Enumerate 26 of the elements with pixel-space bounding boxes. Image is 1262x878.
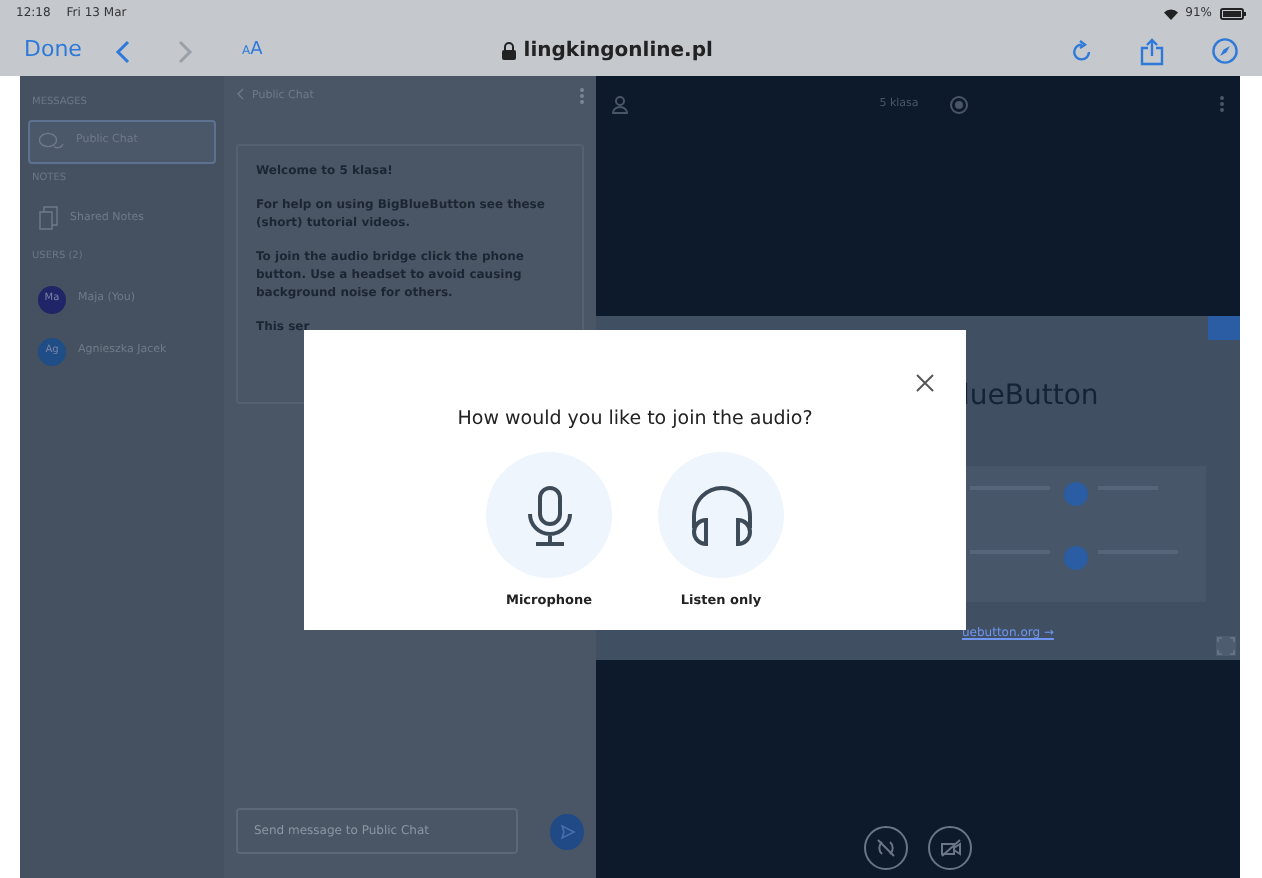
back-icon[interactable] bbox=[113, 39, 130, 63]
battery-icon bbox=[1220, 7, 1246, 19]
send-icon bbox=[559, 823, 576, 839]
audio-button[interactable] bbox=[864, 826, 908, 870]
document-icon bbox=[38, 206, 58, 230]
address-text[interactable]: lingkingonline.pl bbox=[523, 36, 713, 66]
reload-icon[interactable] bbox=[1072, 40, 1092, 62]
forward-icon[interactable] bbox=[177, 39, 194, 63]
wifi-icon bbox=[1163, 7, 1178, 19]
dialog-title: How would you like to join the audio? bbox=[455, 406, 815, 434]
chevron-left-icon bbox=[236, 88, 244, 101]
lock-icon bbox=[501, 42, 516, 60]
text-size-button[interactable]: AA bbox=[241, 37, 263, 65]
share-icon[interactable] bbox=[1140, 37, 1164, 65]
headphones-icon bbox=[687, 483, 755, 548]
audio-off-icon bbox=[876, 838, 896, 858]
camera-off-icon bbox=[939, 838, 961, 858]
video-button[interactable] bbox=[928, 826, 972, 870]
user-icon[interactable] bbox=[612, 95, 628, 113]
record-icon[interactable] bbox=[950, 95, 969, 113]
fullscreen-icon[interactable] bbox=[1216, 636, 1236, 656]
chat-icon bbox=[38, 131, 64, 151]
compass-icon[interactable] bbox=[1212, 38, 1238, 64]
microphone-icon bbox=[527, 485, 571, 546]
send-button[interactable] bbox=[550, 813, 584, 849]
done-button[interactable]: Done bbox=[24, 34, 82, 68]
